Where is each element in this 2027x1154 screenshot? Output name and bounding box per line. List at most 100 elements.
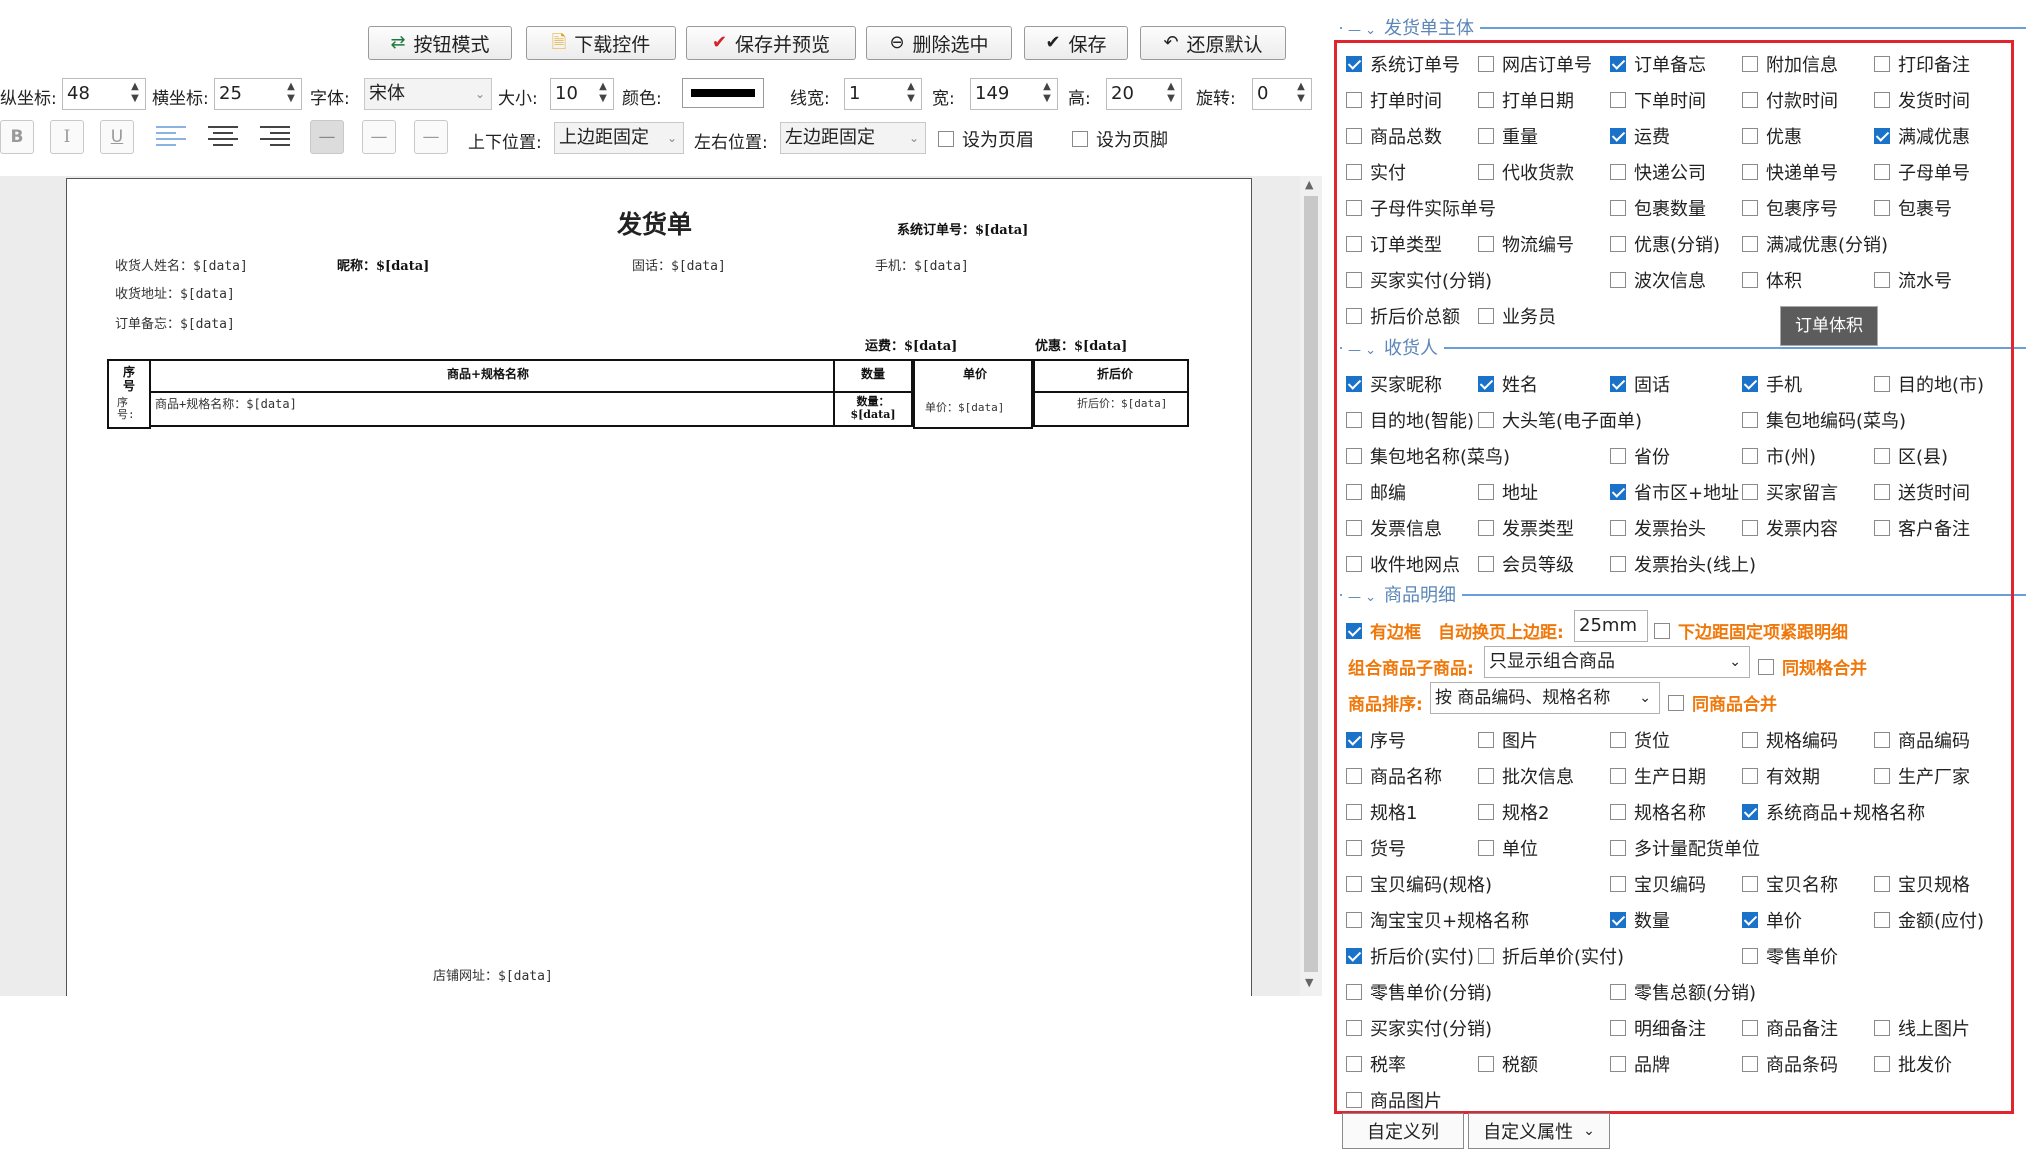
field-checkbox[interactable]: 规格编码	[1742, 727, 1838, 753]
field-checkbox[interactable]: 线上图片	[1874, 1015, 1970, 1041]
checkbox-box[interactable]	[1668, 694, 1684, 711]
checkbox-box[interactable]	[1346, 164, 1362, 180]
field-checkbox[interactable]: 生产日期	[1610, 763, 1706, 789]
delete-selected-button[interactable]: ⊖ 删除选中	[866, 26, 1012, 60]
italic-button[interactable]: I	[50, 120, 84, 154]
checkbox-box[interactable]	[1478, 732, 1494, 748]
line-dot-button[interactable]: —	[414, 120, 448, 154]
checkbox-box[interactable]	[1610, 732, 1626, 748]
field-checkbox[interactable]: 省份	[1610, 443, 1670, 469]
checkbox-box[interactable]	[1610, 200, 1626, 216]
checkbox-box[interactable]	[1610, 984, 1626, 1000]
checkbox-box[interactable]	[1874, 128, 1890, 144]
field-checkbox[interactable]: 单价	[1742, 907, 1802, 933]
field-checkbox[interactable]: 规格1	[1346, 799, 1417, 825]
field-checkbox[interactable]: 货号	[1346, 835, 1406, 861]
checkbox-box[interactable]	[1346, 984, 1362, 1000]
field-checkbox[interactable]: 发票抬头	[1610, 515, 1706, 541]
spin-arrows-icon[interactable]: ▲ ▼	[597, 81, 609, 107]
custom-attr-button[interactable]: 自定义属性 ⌄	[1468, 1113, 1610, 1149]
checkbox-box[interactable]	[1610, 272, 1626, 288]
field-checkbox[interactable]: 附加信息	[1742, 51, 1838, 77]
checkbox-box[interactable]	[1610, 164, 1626, 180]
field-checkbox[interactable]: 规格2	[1478, 799, 1549, 825]
checkbox-box[interactable]	[1874, 448, 1890, 464]
checkbox-box[interactable]	[1346, 412, 1362, 428]
checkbox-box[interactable]	[1742, 1020, 1758, 1036]
field-checkbox[interactable]: 生产厂家	[1874, 763, 1970, 789]
checkbox-box[interactable]	[1346, 948, 1362, 964]
field-checkbox[interactable]: 子母件实际单号	[1346, 195, 1496, 221]
checkbox-box[interactable]	[1874, 1020, 1890, 1036]
field-checkbox[interactable]: 订单类型	[1346, 231, 1442, 257]
checkbox-box[interactable]	[1874, 484, 1890, 500]
checkbox-box[interactable]	[1478, 1056, 1494, 1072]
width-input[interactable]: 149 ▲ ▼	[970, 78, 1058, 110]
checkbox-box[interactable]	[1610, 1020, 1626, 1036]
spin-arrows-icon[interactable]: ▲ ▼	[1295, 81, 1307, 107]
save-button[interactable]: ✔ 保存	[1024, 26, 1128, 60]
field-checkbox[interactable]: 手机	[1742, 371, 1802, 397]
field-checkbox[interactable]: 商品编码	[1874, 727, 1970, 753]
same-goods-checkbox[interactable]: 同商品合并	[1668, 690, 1777, 715]
checkbox-box[interactable]	[1874, 912, 1890, 928]
row-name-field[interactable]: 商品+规格名称：$[data]	[155, 395, 297, 412]
field-checkbox[interactable]: 宝贝编码	[1610, 871, 1706, 897]
field-checkbox[interactable]: 打单时间	[1346, 87, 1442, 113]
field-checkbox[interactable]: 商品备注	[1742, 1015, 1838, 1041]
field-checkbox[interactable]: 折后价总额	[1346, 303, 1460, 329]
checkbox-box[interactable]	[1758, 658, 1774, 675]
checkbox-box[interactable]	[1346, 376, 1362, 392]
field-checkbox[interactable]: 打单日期	[1478, 87, 1574, 113]
field-checkbox[interactable]: 邮编	[1346, 479, 1406, 505]
x-coord-input[interactable]: 25 ▲ ▼	[214, 78, 302, 110]
size-input[interactable]: 10 ▲ ▼	[550, 78, 614, 110]
field-checkbox[interactable]: 品牌	[1610, 1051, 1670, 1077]
field-checkbox[interactable]: 打印备注	[1874, 51, 1970, 77]
discount-field[interactable]: 优惠：$[data]	[1035, 335, 1127, 354]
row-price-field[interactable]: 单价：$[data]	[925, 399, 1004, 415]
field-checkbox[interactable]: 零售单价(分销)	[1346, 979, 1492, 1005]
field-checkbox[interactable]: 子母单号	[1874, 159, 1970, 185]
checkbox-box[interactable]	[1610, 912, 1626, 928]
checkbox-box[interactable]	[1874, 1056, 1890, 1072]
field-checkbox[interactable]: 网店订单号	[1478, 51, 1592, 77]
field-checkbox[interactable]: 折后单价(实付)	[1478, 943, 1624, 969]
checkbox-box[interactable]	[1742, 412, 1758, 428]
checkbox-box[interactable]	[1346, 622, 1362, 639]
checkbox-box[interactable]	[1874, 200, 1890, 216]
checkbox-box[interactable]	[1478, 948, 1494, 964]
field-checkbox[interactable]: 宝贝名称	[1742, 871, 1838, 897]
checkbox-box[interactable]	[1874, 768, 1890, 784]
rotate-input[interactable]: 0 ▲ ▼	[1252, 78, 1312, 110]
field-checkbox[interactable]: 大头笔(电子面单)	[1478, 407, 1642, 433]
sys-order-field[interactable]: 系统订单号：$[data]	[897, 219, 1028, 238]
restore-default-button[interactable]: ↶ 还原默认	[1140, 26, 1286, 60]
field-checkbox[interactable]: 业务员	[1478, 303, 1556, 329]
field-checkbox[interactable]: 流水号	[1874, 267, 1952, 293]
canvas-scrollbar[interactable]: ▲ ▼	[1300, 176, 1322, 996]
checkbox-box[interactable]	[1346, 556, 1362, 572]
field-checkbox[interactable]: 税额	[1478, 1051, 1538, 1077]
field-checkbox[interactable]: 商品总数	[1346, 123, 1442, 149]
checkbox-box[interactable]	[1742, 804, 1758, 820]
checkbox-box[interactable]	[1742, 376, 1758, 392]
bold-button[interactable]: B	[0, 120, 34, 154]
section-main-header[interactable]: — ⌄ 发货单主体	[1342, 14, 1481, 40]
combo-select[interactable]: 只显示组合商品 ⌄	[1484, 646, 1750, 678]
field-checkbox[interactable]: 市(州)	[1742, 443, 1816, 469]
checkbox-box[interactable]	[1874, 376, 1890, 392]
receiver-name-field[interactable]: 收货人姓名：$[data]	[115, 255, 248, 274]
checkbox-box[interactable]	[1742, 128, 1758, 144]
spin-arrows-icon[interactable]: ▲ ▼	[905, 81, 917, 107]
field-checkbox[interactable]: 包裹数量	[1610, 195, 1706, 221]
field-checkbox[interactable]: 金额(应付)	[1874, 907, 1984, 933]
field-checkbox[interactable]: 有效期	[1742, 763, 1820, 789]
field-checkbox[interactable]: 重量	[1478, 123, 1538, 149]
field-checkbox[interactable]: 系统商品+规格名称	[1742, 799, 1925, 825]
y-coord-input[interactable]: 48 ▲ ▼	[62, 78, 146, 110]
checkbox-box[interactable]	[1478, 376, 1494, 392]
row-qty-field[interactable]: 数量：$[data]	[837, 395, 909, 421]
checkbox-box[interactable]	[1346, 732, 1362, 748]
tel-field[interactable]: 固话：$[data]	[632, 255, 726, 274]
